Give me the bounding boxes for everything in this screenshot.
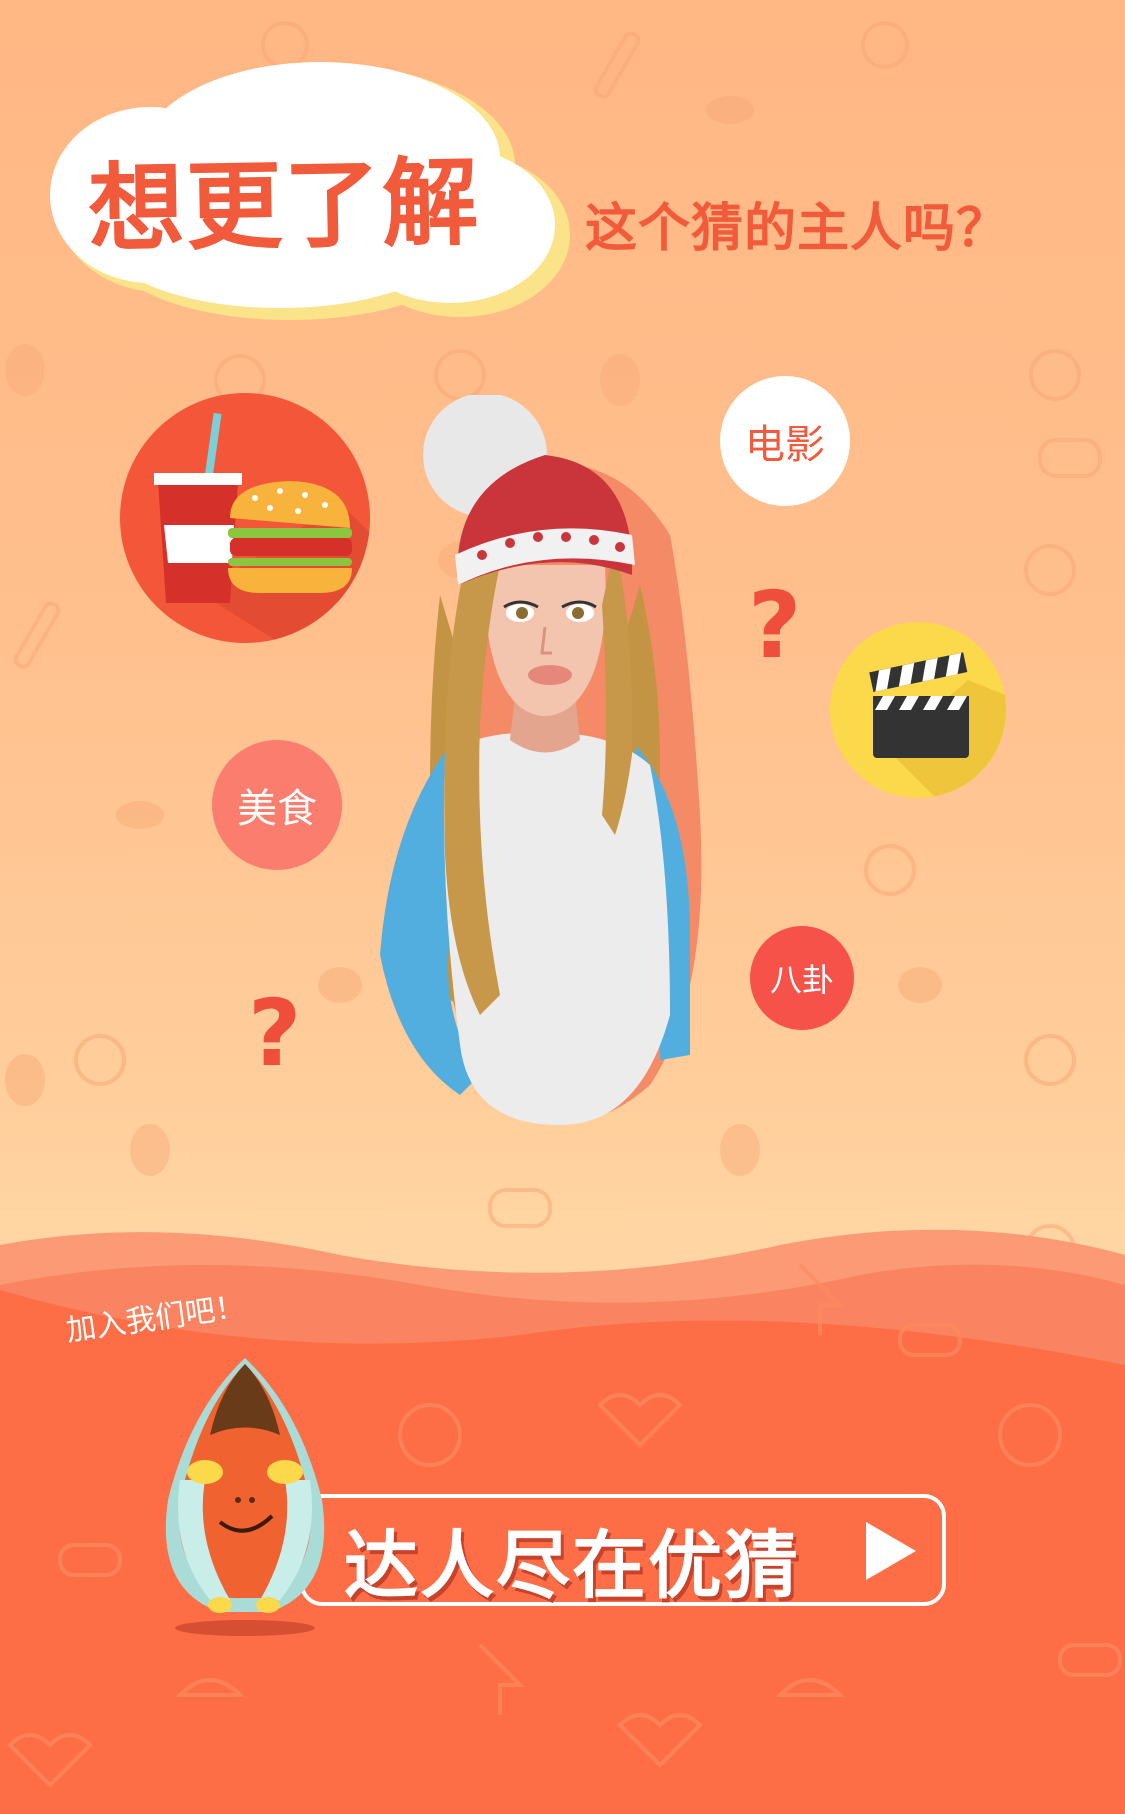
cta-button[interactable]: 达人尽在优猜: [300, 1494, 946, 1609]
page-subtitle: 这个猜的主人吗？: [585, 199, 1010, 259]
poster-page: 想更了解 这个猜的主人吗？ 电影 美食 八卦 ? ? 加入我们吧！ 达人尽在优猜: [0, 0, 1125, 1814]
gossip-label: 八卦: [769, 961, 834, 999]
movie-bubble: 电影: [720, 376, 850, 506]
food-label: 美食: [237, 786, 317, 832]
fast-food-icon: [120, 393, 370, 643]
mascot-icon: [165, 1358, 325, 1636]
food-bubble: 美食: [212, 740, 342, 870]
arrow-right-icon: [866, 1522, 916, 1580]
page-title: 想更了解: [87, 146, 482, 266]
movie-label: 电影: [745, 422, 825, 468]
question-mark-right: ?: [748, 572, 802, 679]
cta-label: 达人尽在优猜: [344, 1523, 800, 1609]
clapperboard-icon: [830, 622, 1006, 798]
question-mark-left: ?: [248, 980, 302, 1087]
girl-illustration: [380, 395, 702, 1125]
gossip-bubble: 八卦: [750, 926, 854, 1030]
